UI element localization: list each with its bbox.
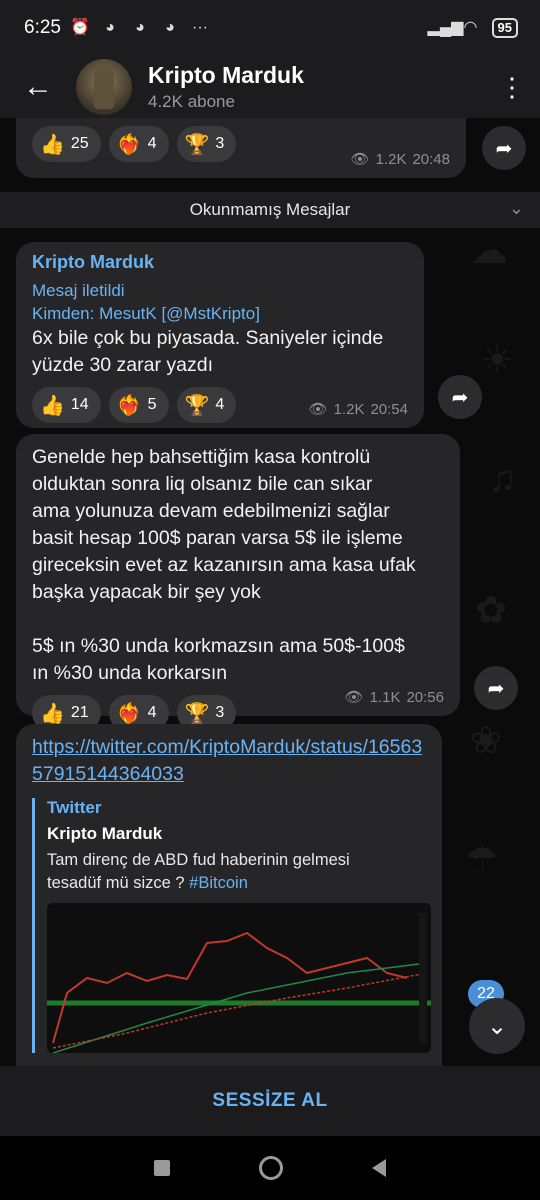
message-bubble[interactable]: Kripto Marduk Mesaj iletildi Kimden: Mes… — [16, 242, 424, 428]
background-doodle: ♫ — [488, 458, 517, 500]
reaction-thumbs-up[interactable]: 👍 25 — [32, 126, 101, 162]
message-bubble[interactable]: Genelde hep bahsettiğim kasa kontrolü ol… — [16, 434, 460, 731]
channel-title: Kripto Marduk — [148, 62, 304, 88]
discord-icon: ◕ — [135, 19, 145, 36]
chevron-down-icon: ⌄ — [486, 1012, 508, 1040]
home-icon[interactable] — [258, 1156, 283, 1180]
back-triangle-icon[interactable] — [371, 1159, 386, 1177]
eye-icon: 👁 — [344, 689, 364, 706]
eye-icon: 👁 — [308, 401, 328, 418]
battery-icon: 95 — [491, 18, 518, 38]
bottom-action-bar: SESSİZE AL — [0, 1066, 540, 1136]
chat-area[interactable]: ☁ ☀ ♫ ✿ ❀ ☂ 👍 25 ❤️‍🔥 4 🏆 3 👁 1.2K 20:48 — [0, 118, 540, 1066]
reaction-count: 3 — [215, 135, 225, 152]
message-meta: 👁 1.2K 20:48 — [350, 150, 450, 169]
reaction-trophy[interactable]: 🏆 3 — [176, 126, 237, 162]
wifi-icon: ◠ — [463, 19, 478, 36]
discord-icon: ◕ — [165, 19, 175, 36]
subscriber-count: 4.2K abone — [148, 92, 235, 111]
reaction-count: 25 — [70, 135, 89, 152]
preview-description: Tam direnç de ABD fud haberinin gelmesi … — [47, 849, 426, 895]
heart-fire-icon: ❤️‍🔥 — [116, 702, 142, 725]
reaction-count: 5 — [147, 396, 157, 413]
chevron-down-icon[interactable]: ⌄ — [509, 198, 524, 219]
message-meta: 👁 1.1K 20:56 — [344, 688, 444, 707]
share-button[interactable]: ➦ — [474, 666, 518, 710]
signal-icon: ▂▄▆ — [427, 19, 464, 36]
forwarded-from[interactable]: Kimden: MesutK [@MstKripto] — [32, 302, 408, 325]
message-time: 20:54 — [370, 400, 408, 418]
message-meta: 👁 1.2K 20:54 — [308, 400, 408, 419]
channel-title-block[interactable]: Kripto Marduk 4.2K abone — [148, 62, 304, 112]
more-icon: ··· — [191, 19, 208, 36]
background-doodle: ☂ — [465, 840, 500, 882]
reaction-count: 21 — [70, 704, 89, 721]
preview-image[interactable] — [47, 903, 431, 1053]
background-doodle: ✿ — [475, 590, 507, 632]
chat-header: ← Kripto Marduk 4.2K abone ⋮ — [0, 56, 540, 118]
scroll-down-button[interactable]: ⌄ — [469, 998, 525, 1054]
trophy-icon: 🏆 — [184, 702, 210, 725]
message-link[interactable]: https://twitter.com/KriptoMarduk/status/… — [32, 734, 426, 788]
background-doodle: ☀ — [480, 340, 515, 382]
background-doodle: ❀ — [470, 720, 502, 762]
background-doodle: ☁ — [470, 230, 508, 272]
thumbs-up-icon: 👍 — [40, 394, 65, 417]
message-text: 6x bile çok bu piyasada. Saniyeler içind… — [32, 327, 384, 376]
thumbs-up-icon: 👍 — [40, 133, 65, 156]
message-bubble[interactable]: 👍 25 ❤️‍🔥 4 🏆 3 👁 1.2K 20:48 — [16, 118, 466, 178]
share-arrow-icon: ➦ — [451, 386, 469, 409]
alarm-icon: ⏰ — [70, 19, 90, 36]
message-time: 20:56 — [406, 688, 444, 706]
preview-site: Twitter — [47, 798, 102, 817]
hashtag-link[interactable]: #Bitcoin — [189, 874, 248, 892]
price-chart-image — [47, 903, 431, 1053]
share-arrow-icon: ➦ — [487, 677, 505, 700]
share-arrow-icon: ➦ — [495, 137, 513, 160]
message-text: Genelde hep bahsettiğim kasa kontrolü ol… — [32, 446, 416, 684]
reaction-count: 14 — [70, 396, 89, 413]
message-sender[interactable]: Kripto Marduk — [32, 252, 408, 273]
heart-fire-icon: ❤️‍🔥 — [116, 133, 142, 156]
reaction-heart-fire[interactable]: ❤️‍🔥 5 — [108, 387, 169, 423]
status-time: 6:25 — [24, 17, 61, 38]
system-nav-bar — [0, 1136, 540, 1200]
heart-fire-icon: ❤️‍🔥 — [116, 394, 142, 417]
trophy-icon: 🏆 — [184, 394, 210, 417]
trophy-icon: 🏆 — [184, 133, 210, 156]
message-time: 20:48 — [412, 150, 450, 168]
view-count: 1.2K — [333, 400, 365, 418]
view-count: 1.1K — [369, 688, 401, 706]
arrow-left-icon: ← — [23, 70, 53, 103]
reaction-count: 4 — [147, 704, 157, 721]
reaction-thumbs-up[interactable]: 👍 14 — [32, 387, 101, 423]
recents-icon[interactable] — [154, 1160, 171, 1176]
menu-button[interactable]: ⋮ — [484, 56, 540, 118]
reaction-count: 3 — [215, 704, 225, 721]
eye-icon: 👁 — [350, 151, 370, 168]
message-bubble[interactable]: https://twitter.com/KriptoMarduk/status/… — [16, 724, 442, 1066]
share-button[interactable]: ➦ — [482, 126, 526, 170]
preview-title: Kripto Marduk — [47, 824, 163, 843]
forwarded-label: Mesaj iletildi — [32, 281, 125, 300]
reaction-heart-fire[interactable]: ❤️‍🔥 4 — [108, 126, 169, 162]
reaction-count: 4 — [147, 135, 157, 152]
discord-icon: ◕ — [105, 19, 115, 36]
back-button[interactable]: ← — [0, 56, 76, 118]
status-bar: 6:25 ⏰ ◕ ◕ ◕ ··· ▂▄▆ ◠ 95 — [0, 0, 540, 56]
more-vertical-icon: ⋮ — [499, 71, 525, 102]
unread-divider: Okunmamış Mesajlar ⌄ — [0, 192, 540, 228]
unread-divider-label: Okunmamış Mesajlar — [189, 200, 351, 219]
thumbs-up-icon: 👍 — [40, 702, 65, 725]
reaction-trophy[interactable]: 🏆 4 — [176, 387, 237, 423]
reaction-count: 4 — [215, 396, 225, 413]
link-preview[interactable]: Twitter Kripto Marduk Tam direnç de ABD … — [32, 798, 431, 1053]
share-button[interactable]: ➦ — [438, 375, 482, 419]
channel-avatar[interactable] — [76, 59, 132, 115]
view-count: 1.2K — [375, 150, 407, 168]
mute-button[interactable]: SESSİZE AL — [212, 1090, 327, 1112]
